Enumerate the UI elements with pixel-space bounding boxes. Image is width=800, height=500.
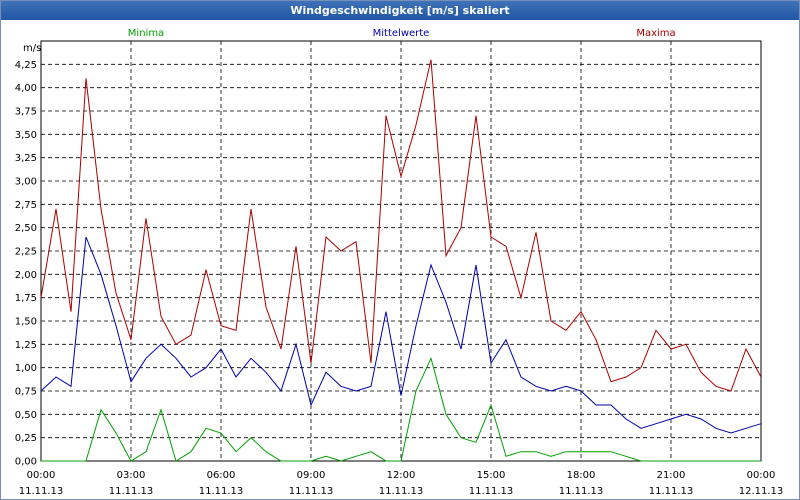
chart-title: Windgeschwindigkeit [m/s] skaliert bbox=[1, 1, 799, 20]
x-tick-date: 11.11.13 bbox=[379, 486, 424, 497]
x-tick-date: 11.11.13 bbox=[649, 486, 694, 497]
y-tick-label: 1,50 bbox=[15, 317, 37, 328]
y-tick-label: 1,25 bbox=[15, 340, 37, 351]
x-tick-date: 12.11.13 bbox=[739, 486, 784, 497]
legend-mittelwerte: Mittelwerte bbox=[373, 28, 430, 39]
legend-maxima: Maxima bbox=[636, 28, 675, 39]
x-tick-time: 09:00 bbox=[297, 470, 326, 481]
y-tick-label: 3,75 bbox=[15, 107, 37, 118]
y-tick-label: 0,75 bbox=[15, 387, 37, 398]
x-tick-time: 21:00 bbox=[657, 470, 686, 481]
x-tick-time: 03:00 bbox=[117, 470, 146, 481]
y-tick-label: 2,00 bbox=[15, 270, 37, 281]
y-tick-label: 4,25 bbox=[15, 60, 37, 71]
y-tick-label: 0,25 bbox=[15, 433, 37, 444]
x-tick-time: 18:00 bbox=[567, 470, 596, 481]
x-tick-date: 11.11.13 bbox=[289, 486, 334, 497]
y-tick-label: 3,25 bbox=[15, 153, 37, 164]
y-tick-label: 2,25 bbox=[15, 247, 37, 258]
x-tick-time: 00:00 bbox=[27, 470, 56, 481]
x-tick-date: 11.11.13 bbox=[19, 486, 64, 497]
chart-window: Windgeschwindigkeit [m/s] skaliert 0,00 0… bbox=[0, 0, 800, 500]
x-tick-date: 11.11.13 bbox=[109, 486, 154, 497]
x-tick-time: 06:00 bbox=[207, 470, 236, 481]
y-tick-label: 0,50 bbox=[15, 410, 37, 421]
y-tick-label: 3,00 bbox=[15, 177, 37, 188]
x-tick-date: 11.11.13 bbox=[559, 486, 604, 497]
y-tick-label: 3,50 bbox=[15, 130, 37, 141]
y-tick-label: 4,00 bbox=[15, 83, 37, 94]
x-tick-date: 11.11.13 bbox=[199, 486, 244, 497]
wind-speed-chart: 0,00 0,25 0,50 0,75 1,00 1,25 1,50 1,75 2,00 2,25… bbox=[15, 28, 784, 497]
x-tick-time: 15:00 bbox=[477, 470, 506, 481]
y-tick-label: 2,75 bbox=[15, 200, 37, 211]
y-tick-label: 1,75 bbox=[15, 293, 37, 304]
x-tick-date: 11.11.13 bbox=[469, 486, 514, 497]
y-tick-label: 0,00 bbox=[15, 457, 37, 468]
y-axis-label: m/s bbox=[23, 43, 41, 54]
y-tick-label: 2,50 bbox=[15, 223, 37, 234]
x-tick-time: 12:00 bbox=[387, 470, 416, 481]
y-tick-label: 1,00 bbox=[15, 363, 37, 374]
legend-minima: Minima bbox=[128, 28, 164, 39]
x-tick-time: 00:00 bbox=[747, 470, 776, 481]
